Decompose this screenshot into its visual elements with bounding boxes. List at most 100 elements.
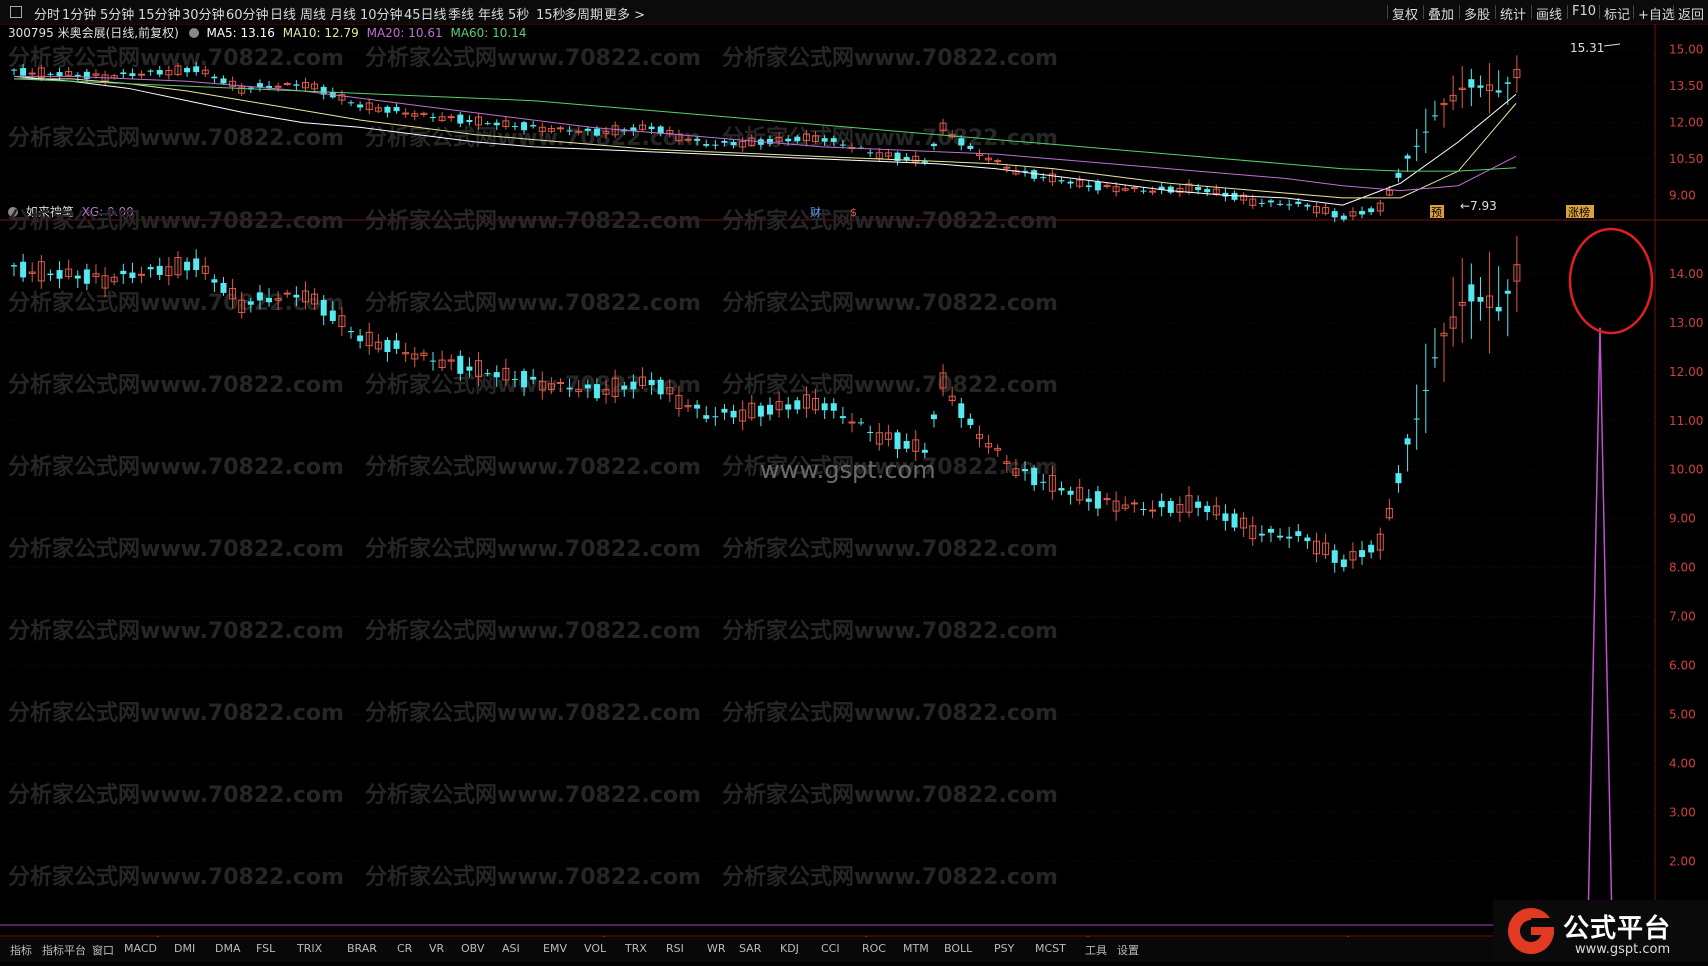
indicator-tab-11[interactable]: OBV xyxy=(461,942,484,955)
main-candle xyxy=(1368,208,1375,213)
high-price-label: 15.31 xyxy=(1570,41,1604,55)
main-candle xyxy=(402,112,410,115)
sub-candle xyxy=(848,421,856,424)
watermark-text: 分析家公式网www.70822.com xyxy=(722,45,1058,71)
main-y-tick: 13.50 xyxy=(1669,79,1703,93)
sub-candle xyxy=(967,418,974,425)
watermark-text: 分析家公式网www.70822.com xyxy=(722,208,1058,234)
main-candle xyxy=(694,138,701,141)
indicator-tab-7[interactable]: TRIX xyxy=(297,942,322,955)
main-candle xyxy=(1130,187,1138,190)
indicator-tab-19[interactable]: KDJ xyxy=(780,942,799,955)
main-candle xyxy=(930,143,937,147)
watermark-text: 分析家公式网www.70822.com xyxy=(365,290,701,316)
indicator-tab-12[interactable]: ASI xyxy=(502,942,520,955)
indicator-tab-13[interactable]: EMV xyxy=(543,942,567,955)
indicator-tab-18[interactable]: SAR xyxy=(739,942,761,955)
main-candle xyxy=(184,67,191,73)
main-candle xyxy=(274,85,282,88)
main-candle xyxy=(521,122,528,131)
dividend-marker[interactable]: $ xyxy=(850,206,857,219)
sub-candle xyxy=(1195,501,1202,508)
indicator-tab-1[interactable]: 指标平台 xyxy=(42,942,86,958)
sub-candle xyxy=(930,414,937,420)
indicator-tab-17[interactable]: WR xyxy=(707,942,726,955)
indicator-tab-8[interactable]: BRAR xyxy=(347,942,377,955)
indicator-tab-24[interactable]: PSY xyxy=(994,942,1014,955)
main-candle xyxy=(1395,172,1402,178)
sub-candle xyxy=(393,340,400,349)
main-y-tick: 12.00 xyxy=(1669,116,1703,130)
main-candle xyxy=(1477,85,1484,88)
main-candle xyxy=(557,127,565,130)
indicator-tab-27[interactable]: 设置 xyxy=(1117,942,1139,958)
main-candle xyxy=(712,144,719,146)
main-candle xyxy=(511,126,518,128)
main-candle xyxy=(293,84,300,86)
indicator-tab-15[interactable]: TRX xyxy=(625,942,647,955)
indicator-tab-21[interactable]: ROC xyxy=(862,942,886,955)
sub-candle xyxy=(858,422,865,424)
forecast-marker[interactable]: 预 xyxy=(1431,206,1442,219)
indicator-tab-3[interactable]: MACD xyxy=(124,942,157,955)
main-candle xyxy=(1140,190,1147,192)
sub-candle xyxy=(1267,528,1274,533)
sub-candle xyxy=(1158,500,1165,508)
main-candle xyxy=(1504,82,1511,84)
watermark-text: 分析家公式网www.70822.com xyxy=(722,290,1058,316)
main-candle xyxy=(1103,184,1111,187)
main-candle xyxy=(1204,189,1211,193)
sub-candle xyxy=(630,381,637,390)
main-candle xyxy=(220,78,227,84)
sub-candle xyxy=(1286,536,1293,539)
sub-y-tick: 4.00 xyxy=(1669,756,1696,770)
sub-candle xyxy=(466,366,473,371)
sub-candle xyxy=(921,449,928,453)
main-candle xyxy=(1468,79,1475,88)
finance-marker[interactable]: 财 xyxy=(810,205,821,219)
watermark-text: 分析家公式网www.70822.com xyxy=(8,536,344,562)
watermark-text: 分析家公式网www.70822.com xyxy=(8,618,344,644)
main-candle xyxy=(447,116,455,119)
limit-up-marker[interactable]: 涨榜 xyxy=(1568,205,1590,219)
main-candle xyxy=(1422,131,1429,133)
sub-candle xyxy=(584,384,591,389)
indicator-tab-26[interactable]: 工具 xyxy=(1085,942,1107,958)
sub-y-tick: 7.00 xyxy=(1669,610,1696,624)
sub-candle xyxy=(867,431,874,433)
sub-candle xyxy=(1040,481,1047,483)
main-candle xyxy=(1404,155,1411,159)
sub-candle xyxy=(511,378,518,380)
sub-candle xyxy=(329,310,336,322)
sub-candle xyxy=(1295,531,1302,536)
indicator-tab-9[interactable]: CR xyxy=(397,942,412,955)
indicator-tab-2[interactable]: 窗口 xyxy=(92,942,114,958)
indicator-tab-22[interactable]: MTM xyxy=(903,942,929,955)
indicator-tab-20[interactable]: CCI xyxy=(821,942,840,955)
sub-candle xyxy=(1404,438,1411,445)
kline-chart[interactable]: 分析家公式网www.70822.com 分析家公式网www.70822.com 分析… xyxy=(0,0,1708,962)
indicator-tab-5[interactable]: DMA xyxy=(215,942,241,955)
main-candle xyxy=(484,123,491,125)
indicator-tab-16[interactable]: RSI xyxy=(666,942,684,955)
sub-candle xyxy=(1022,469,1029,472)
sub-y-tick: 5.00 xyxy=(1669,707,1696,721)
indicator-tab-10[interactable]: VR xyxy=(429,942,444,955)
sub-candle xyxy=(657,379,664,395)
sub-candle xyxy=(1067,490,1074,495)
sub-candle xyxy=(530,376,537,380)
indicator-tab-4[interactable]: DMI xyxy=(174,942,195,955)
sub-candle xyxy=(1058,488,1065,491)
indicator-tab-0[interactable]: 指标 xyxy=(10,942,32,958)
indicator-tab-25[interactable]: MCST xyxy=(1035,942,1066,955)
main-candle xyxy=(967,145,974,149)
main-candle xyxy=(1231,192,1238,200)
main-y-tick: 15.00 xyxy=(1669,43,1703,57)
indicator-tab-14[interactable]: VOL xyxy=(584,942,606,955)
main-candle xyxy=(1267,200,1274,203)
indicator-tab-23[interactable]: BOLL xyxy=(944,942,972,955)
sub-y-tick: 8.00 xyxy=(1669,561,1696,575)
main-y-tick: 10.50 xyxy=(1669,152,1703,166)
indicator-tab-6[interactable]: FSL xyxy=(256,942,275,955)
sub-y-tick: 9.00 xyxy=(1669,512,1696,526)
